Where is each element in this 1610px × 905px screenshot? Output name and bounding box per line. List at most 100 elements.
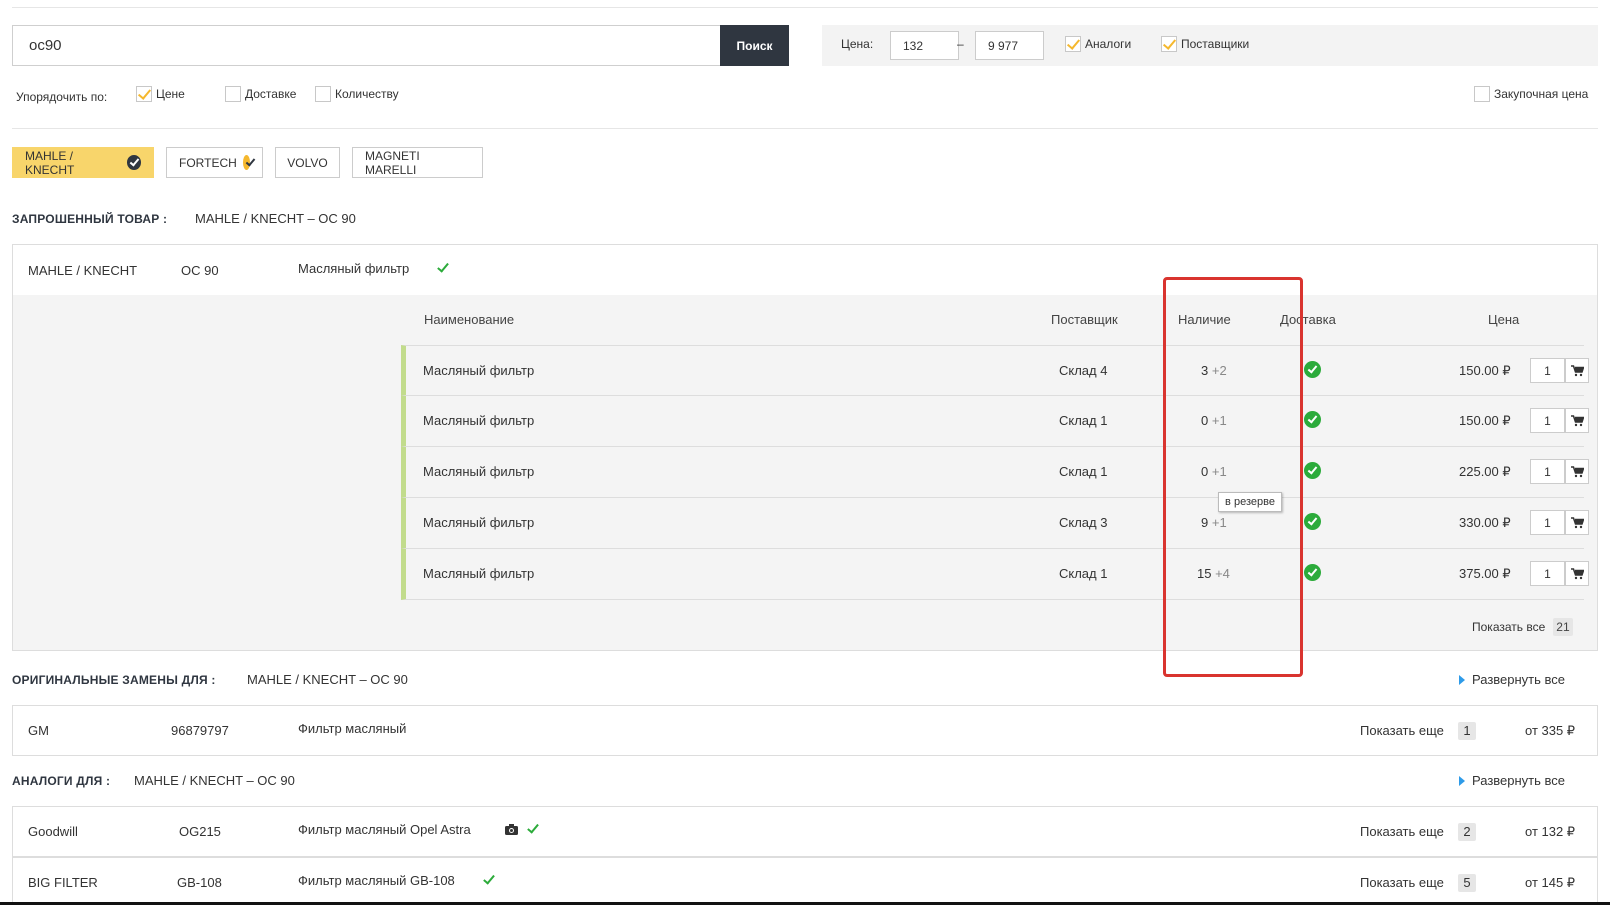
check-circle-icon — [242, 155, 250, 170]
analogs-checkbox[interactable] — [1065, 36, 1081, 52]
sort-by-price[interactable]: Цене — [136, 86, 185, 102]
check-icon — [437, 260, 449, 273]
product-article: OC 90 — [181, 263, 219, 278]
purchase-price-checkbox[interactable] — [1474, 86, 1490, 102]
show-more-link[interactable]: Показать еще — [1360, 824, 1444, 839]
analog-item[interactable]: Goodwill OG215 Фильтр масляный Opel Astr… — [12, 806, 1598, 857]
offer-row[interactable]: Масляный фильтр Склад 1 0 +1 225.00 ₽ — [401, 447, 1589, 498]
offer-name: Масляный фильтр — [423, 464, 535, 479]
camera-icon[interactable] — [505, 823, 518, 838]
sort-price-label: Цене — [156, 87, 185, 101]
sort-by-delivery[interactable]: Доставке — [225, 86, 296, 102]
col-price: Цена — [1488, 312, 1520, 327]
reserve-tooltip: в резерве — [1218, 492, 1282, 512]
quantity-input[interactable] — [1530, 408, 1565, 433]
brand-chip-label: MAGNETI MARELLI — [365, 148, 420, 177]
offer-row[interactable]: Масляный фильтр Склад 1 15 +4 375.00 ₽ — [401, 549, 1589, 600]
analogs-expand-all[interactable]: Развернуть все — [1459, 773, 1565, 788]
cart-icon[interactable] — [1565, 358, 1589, 383]
show-more-link[interactable]: Показать еще — [1360, 723, 1444, 738]
price-max-input[interactable] — [975, 31, 1044, 60]
item-brand: BIG FILTER — [28, 875, 98, 890]
originals-title: ОРИГИНАЛЬНЫЕ ЗАМЕНЫ ДЛЯ : — [12, 673, 216, 687]
search-button[interactable]: Поиск — [720, 25, 789, 66]
quantity-input[interactable] — [1530, 459, 1565, 484]
col-delivery: Доставка — [1280, 312, 1336, 327]
item-article: 96879797 — [171, 723, 229, 738]
brand-chip-label: FORTECH — [179, 155, 237, 170]
item-brand: Goodwill — [28, 824, 78, 839]
cart-icon[interactable] — [1565, 510, 1589, 535]
brand-chip-fortech[interactable]: FORTECH — [166, 147, 263, 178]
price-label: Цена: — [841, 37, 874, 51]
stock-count: 3 — [1201, 363, 1209, 378]
analogs-filter[interactable]: Аналоги — [1065, 36, 1131, 52]
offer-stock: 9 +1 — [1201, 515, 1227, 530]
suppliers-filter[interactable]: Поставщики — [1161, 36, 1249, 52]
stock-reserve[interactable]: +1 — [1212, 515, 1227, 530]
offer-row[interactable]: Масляный фильтр Склад 4 3 +2 150.00 ₽ — [401, 345, 1589, 396]
stock-count: 0 — [1201, 464, 1209, 479]
show-more-link[interactable]: Показать еще — [1360, 875, 1444, 890]
offer-price: 150.00 ₽ — [1459, 413, 1511, 428]
quantity-input[interactable] — [1530, 510, 1565, 535]
offer-stock: 0 +1 — [1201, 413, 1227, 428]
brand-chip-mahle[interactable]: MAHLE / KNECHT — [12, 147, 154, 178]
search-input[interactable] — [12, 25, 720, 66]
originals-expand-all[interactable]: Развернуть все — [1459, 672, 1565, 687]
analog-item[interactable]: BIG FILTER GB-108 Фильтр масляный GB-108… — [12, 857, 1598, 905]
sort-by-quantity[interactable]: Количеству — [315, 86, 399, 102]
item-name: Фильтр масляный GB-108 — [298, 873, 455, 888]
brand-chip-magneti-marelli[interactable]: MAGNETI MARELLI — [352, 147, 483, 178]
check-circle-icon — [126, 155, 141, 170]
check-icon — [483, 872, 495, 885]
divider — [12, 128, 1598, 129]
price-min-input[interactable] — [890, 31, 959, 60]
purchase-price-toggle[interactable]: Закупочная цена — [1474, 86, 1588, 102]
analogs-subtitle: MAHLE / KNECHT – OC 90 — [134, 773, 295, 788]
delivery-ok-icon — [1304, 462, 1321, 479]
cart-icon[interactable] — [1565, 408, 1589, 433]
expand-label: Развернуть все — [1472, 672, 1566, 687]
stock-reserve[interactable]: +1 — [1212, 464, 1227, 479]
item-name: Фильтр масляный Opel Astra — [298, 822, 471, 837]
offer-row[interactable]: Масляный фильтр Склад 1 0 +1 150.00 ₽ — [401, 396, 1589, 447]
stock-reserve[interactable]: +4 — [1215, 566, 1230, 581]
offer-name: Масляный фильтр — [423, 413, 535, 428]
requested-title: ЗАПРОШЕННЫЙ ТОВАР : — [12, 212, 168, 226]
original-item[interactable]: GM 96879797 Фильтр масляный Показать еще… — [12, 705, 1598, 756]
quantity-input[interactable] — [1530, 561, 1565, 586]
caret-right-icon — [1459, 775, 1465, 786]
item-brand: GM — [28, 723, 49, 738]
item-price: от 335 ₽ — [1525, 723, 1576, 738]
stock-reserve[interactable]: +1 — [1212, 413, 1227, 428]
cart-icon[interactable] — [1565, 459, 1589, 484]
item-price: от 145 ₽ — [1525, 875, 1576, 890]
item-name: Фильтр масляный — [298, 721, 407, 736]
delivery-ok-icon — [1304, 361, 1321, 378]
analogs-label: Аналоги — [1085, 37, 1132, 51]
sort-quantity-checkbox[interactable] — [315, 86, 331, 102]
offer-supplier: Склад 4 — [1059, 363, 1108, 378]
brand-chip-volvo[interactable]: VOLVO — [275, 147, 340, 178]
item-article: GB-108 — [177, 875, 222, 890]
offer-supplier: Склад 1 — [1059, 566, 1108, 581]
top-divider — [12, 7, 1598, 8]
delivery-ok-icon — [1304, 411, 1321, 428]
stock-reserve[interactable]: +2 — [1212, 363, 1227, 378]
requested-product-header[interactable]: MAHLE / KNECHT OC 90 Масляный фильтр — [13, 245, 1597, 295]
cart-icon[interactable] — [1565, 561, 1589, 586]
sort-price-checkbox[interactable] — [136, 86, 152, 102]
show-more-count: 1 — [1458, 722, 1476, 740]
offer-stock: 3 +2 — [1201, 363, 1227, 378]
suppliers-checkbox[interactable] — [1161, 36, 1177, 52]
show-all-link[interactable]: Показать все 21 — [1472, 618, 1573, 636]
show-more-count: 5 — [1458, 874, 1476, 892]
offer-row[interactable]: Масляный фильтр Склад 3 9 +1 330.00 ₽ — [401, 498, 1589, 549]
sort-delivery-checkbox[interactable] — [225, 86, 241, 102]
offer-name: Масляный фильтр — [423, 515, 535, 530]
expand-label: Развернуть все — [1472, 773, 1566, 788]
quantity-input[interactable] — [1530, 358, 1565, 383]
analogs-title: АНАЛОГИ ДЛЯ : — [12, 774, 111, 788]
stock-count: 0 — [1201, 413, 1209, 428]
